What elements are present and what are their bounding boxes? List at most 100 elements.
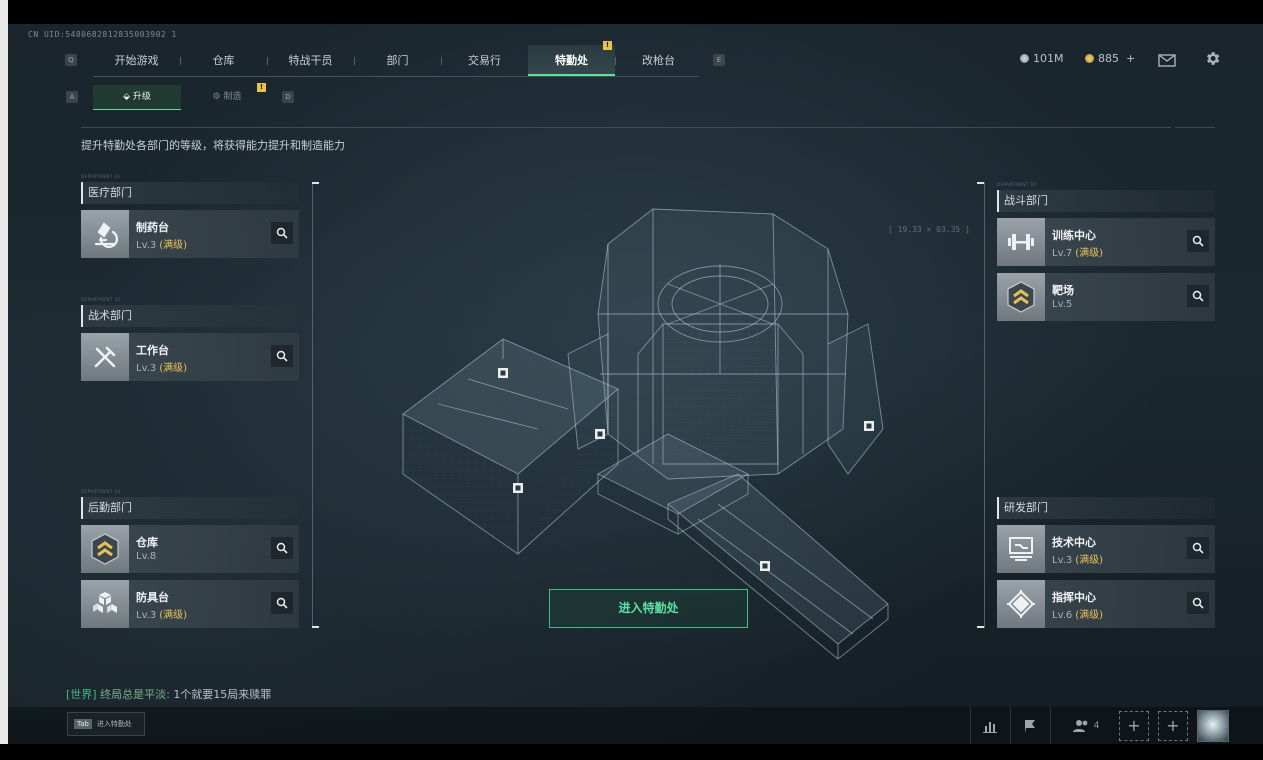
search-icon[interactable]: [1187, 592, 1209, 614]
tab-shortcut-hint[interactable]: Tab 进入特勤处: [67, 712, 145, 736]
header-divider: [81, 127, 1171, 128]
coin-icon: [1020, 54, 1029, 63]
facility-name: 工作台: [136, 344, 169, 357]
window-edge: [0, 0, 8, 760]
blocks-icon: [81, 580, 129, 628]
letterbox-top: [0, 0, 1263, 24]
search-icon[interactable]: [271, 537, 293, 559]
tab-special-ops[interactable]: 特勤处: [528, 45, 615, 76]
chip-icon: [997, 580, 1045, 628]
facility-card-training-center[interactable]: 训练中心 Lv.7 (满级): [997, 218, 1215, 266]
subtab-next-key[interactable]: D: [282, 91, 294, 103]
level-value: Lv.3: [136, 240, 157, 251]
tab-key-badge: Tab: [74, 719, 92, 729]
facility-card-tech-center[interactable]: 技术中心 Lv.3 (满级): [997, 525, 1215, 573]
facility-name: 技术中心: [1052, 536, 1096, 549]
facility-name: 制药台: [136, 221, 169, 234]
search-icon[interactable]: [1187, 285, 1209, 307]
add-teammate-slot-1[interactable]: +: [1119, 711, 1149, 741]
gold-coin-icon: [1085, 54, 1094, 63]
letterbox-bottom: [0, 744, 1263, 760]
header-divider-end: [1175, 127, 1215, 128]
maxed-badge: (满级): [1075, 555, 1104, 566]
tab-warehouse[interactable]: 仓库: [180, 45, 267, 76]
special-ops-alert-badge: !: [603, 41, 612, 50]
search-icon[interactable]: [271, 222, 293, 244]
level-value: Lv.3: [1052, 555, 1073, 566]
coin-amount: 101M: [1033, 52, 1064, 65]
mail-icon[interactable]: [1158, 52, 1176, 71]
facility-level: Lv.7 (满级): [1052, 244, 1103, 259]
facility-card-workbench[interactable]: 工作台 Lv.3 (满级): [81, 333, 299, 381]
dept-tag-tactical: DEPARTMENT 02: [81, 297, 121, 302]
facility-level: Lv.8: [136, 551, 159, 562]
friends-button[interactable]: 4: [1050, 707, 1120, 744]
facility-level: Lv.3 (满级): [1052, 551, 1103, 566]
tools-icon: [81, 333, 129, 381]
facility-name: 仓库: [136, 536, 158, 549]
level-value: Lv.5: [1052, 299, 1073, 310]
subtab-upgrade[interactable]: ⬙ 升级: [93, 85, 181, 110]
nav-prev-key[interactable]: Q: [65, 54, 77, 66]
facility-level: Lv.6 (满级): [1052, 606, 1103, 621]
chat-channel: [世界]: [66, 688, 97, 701]
flag-icon[interactable]: [1010, 707, 1048, 744]
stats-chart-icon[interactable]: [970, 707, 1008, 744]
facility-card-armor-bench[interactable]: 防具台 Lv.3 (满级): [81, 580, 299, 628]
nav-next-key[interactable]: E: [713, 54, 725, 66]
level-value: Lv.6: [1052, 610, 1073, 621]
level-value: Lv.7: [1052, 248, 1073, 259]
search-icon[interactable]: [271, 345, 293, 367]
level-value: Lv.8: [136, 551, 157, 562]
tab-trading[interactable]: 交易行: [441, 45, 528, 76]
dept-header-research: 研发部门: [997, 497, 1215, 519]
upgrade-icon: ⬙: [123, 92, 133, 102]
search-icon[interactable]: [271, 592, 293, 614]
facility-level: Lv.3 (满级): [136, 359, 187, 374]
gold-add-button[interactable]: +: [1126, 52, 1135, 65]
dept-tag-combat: DEPARTMENT 04: [997, 182, 1037, 187]
coin-balance: 101M: [1020, 52, 1064, 65]
facility-name: 训练中心: [1052, 229, 1096, 242]
facility-name: 指挥中心: [1052, 591, 1096, 604]
nav-underline: [93, 76, 699, 77]
dept-header-logistics: 后勤部门: [81, 497, 299, 519]
settings-gear-icon[interactable]: [1204, 50, 1221, 71]
chat-message: 1个就要15局来赎罪: [173, 688, 272, 701]
microscope-icon: [81, 210, 129, 258]
gold-balance[interactable]: 885 +: [1085, 52, 1135, 65]
dept-header-tactical: 战术部门: [81, 305, 299, 327]
tab-operators[interactable]: 特战干员: [267, 45, 354, 76]
tab-hint-label: 进入特勤处: [96, 720, 132, 728]
facility-level: Lv.5: [1052, 299, 1075, 310]
friends-count: 4: [1093, 720, 1100, 731]
dept-tag-medical: DEPARTMENT 01: [81, 174, 121, 179]
subtab-prev-key[interactable]: A: [66, 91, 78, 103]
enter-special-ops-button[interactable]: 进入特勤处: [549, 589, 748, 628]
search-icon[interactable]: [1187, 537, 1209, 559]
avatar[interactable]: [1197, 710, 1229, 742]
search-icon[interactable]: [1187, 230, 1209, 252]
facility-card-warehouse[interactable]: 仓库 Lv.8: [81, 525, 299, 573]
subtab-upgrade-label: 升级: [132, 92, 151, 102]
maxed-badge: (满级): [159, 363, 188, 374]
facility-name: 靶场: [1052, 284, 1074, 297]
dept-tag-logistics: DEPARTMENT 03: [81, 489, 121, 494]
tab-start-game[interactable]: 开始游戏: [93, 45, 180, 76]
game-window: CN UID:5480682812835003902 1 Q 开始游戏 仓库 特…: [8, 24, 1263, 744]
dumbbell-icon: [997, 218, 1045, 266]
add-teammate-slot-2[interactable]: +: [1158, 711, 1188, 741]
scene-readout: [ 19.33 × 03.35 ]: [888, 225, 970, 234]
level-value: Lv.3: [136, 363, 157, 374]
facility-card-command-center[interactable]: 指挥中心 Lv.6 (满级): [997, 580, 1215, 628]
maxed-badge: (满级): [1075, 610, 1104, 621]
world-chat-line[interactable]: [世界] 终局总是平淡: 1个就要15局来赎罪: [66, 686, 271, 702]
tab-department[interactable]: 部门: [354, 45, 441, 76]
tab-gunsmith[interactable]: 改枪台: [615, 45, 702, 76]
friends-icon: [1072, 719, 1088, 732]
gold-amount: 885: [1098, 52, 1119, 65]
rank-chevron-icon: [997, 273, 1045, 321]
facility-card-shooting-range[interactable]: 靶场 Lv.5: [997, 273, 1215, 321]
facility-card-pharmacy[interactable]: 制药台 Lv.3 (满级): [81, 210, 299, 258]
page-description: 提升特勤处各部门的等级，将获得能力提升和制造能力: [81, 139, 345, 152]
